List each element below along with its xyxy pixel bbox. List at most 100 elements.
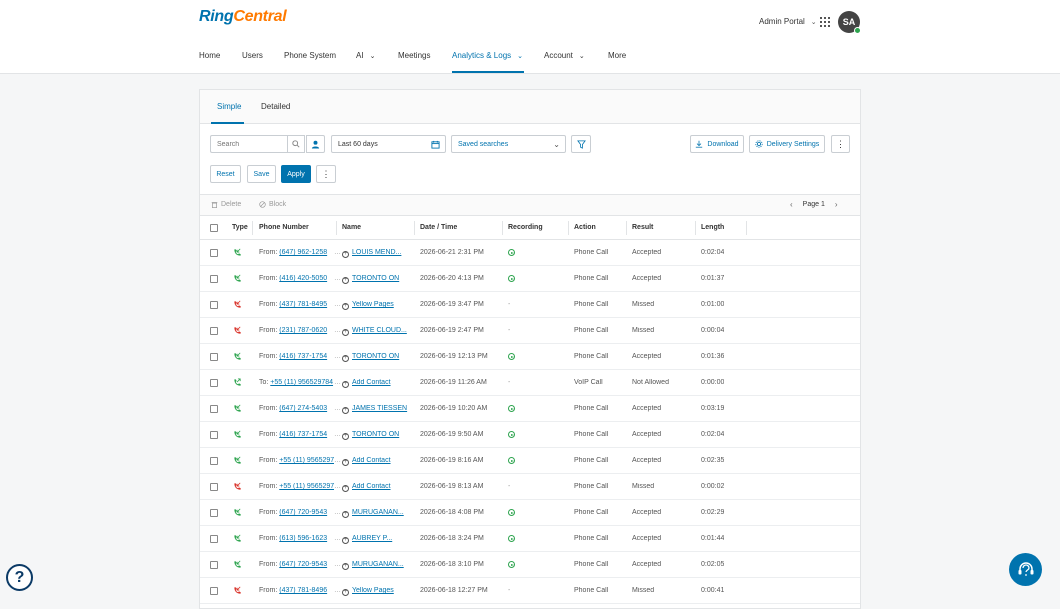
- select-all-checkbox[interactable]: [210, 224, 218, 232]
- filter-button[interactable]: [571, 135, 591, 153]
- phone-number-link[interactable]: (647) 274-5403: [279, 405, 327, 412]
- table-row[interactable]: From: (437) 781-8496… + Yellow Pages 2026-0…: [200, 578, 860, 604]
- row-checkbox[interactable]: [210, 379, 218, 387]
- date-range-picker[interactable]: Last 60 days: [331, 135, 446, 153]
- contact-name-link[interactable]: Yellow Pages: [352, 587, 394, 594]
- row-checkbox[interactable]: [210, 457, 218, 465]
- contact-plus-icon[interactable]: +: [342, 511, 349, 518]
- contact-plus-icon[interactable]: +: [342, 537, 349, 544]
- contact-name-link[interactable]: AUBREY P...: [352, 535, 392, 542]
- contact-name-link[interactable]: MURUGANAN...: [352, 509, 404, 516]
- contact-name-link[interactable]: TORONTO ON: [352, 431, 399, 438]
- table-row[interactable]: From: (437) 781-8495… + Yellow Pages 2026-0…: [200, 292, 860, 318]
- tab-detailed[interactable]: Detailed: [261, 102, 290, 111]
- row-checkbox[interactable]: [210, 509, 218, 517]
- play-recording-icon[interactable]: [508, 561, 515, 568]
- delivery-settings-button[interactable]: Delivery Settings: [749, 135, 825, 153]
- row-checkbox[interactable]: [210, 301, 218, 309]
- play-recording-icon[interactable]: [508, 535, 515, 542]
- contact-plus-icon[interactable]: +: [342, 251, 349, 258]
- contact-plus-icon[interactable]: +: [342, 303, 349, 310]
- contact-plus-icon[interactable]: +: [342, 589, 349, 596]
- table-row[interactable]: From: (416) 420-5050… + TORONTO ON 2026-06-…: [200, 266, 860, 292]
- row-checkbox[interactable]: [210, 327, 218, 335]
- add-contact-icon[interactable]: +: [342, 459, 349, 466]
- contact-plus-icon[interactable]: +: [342, 563, 349, 570]
- phone-number-link[interactable]: (437) 781-8496: [279, 587, 327, 594]
- contact-name-link[interactable]: WHITE CLOUD...: [352, 327, 407, 334]
- phone-number-link[interactable]: (416) 420-5050: [279, 275, 327, 282]
- contact-plus-icon[interactable]: +: [342, 407, 349, 414]
- contact-name-link[interactable]: JAMES TIESSEN: [352, 405, 407, 412]
- row-checkbox[interactable]: [210, 249, 218, 257]
- filter-more-button[interactable]: ⋮: [316, 165, 336, 183]
- reset-button[interactable]: Reset: [210, 165, 241, 183]
- nav-phone-system[interactable]: Phone System: [284, 51, 356, 60]
- header-name[interactable]: Name: [342, 224, 361, 231]
- nav-more[interactable]: More: [608, 51, 648, 60]
- contact-name-link[interactable]: MURUGANAN...: [352, 561, 404, 568]
- header-result[interactable]: Result: [632, 224, 653, 231]
- nav-analytics-logs[interactable]: Analytics & Logs ⌄: [452, 51, 544, 60]
- table-row[interactable]: From: (647) 720-9543… + MURUGANAN... 2026-0…: [200, 500, 860, 526]
- row-checkbox[interactable]: [210, 535, 218, 543]
- phone-number-link[interactable]: (647) 962-1258: [279, 249, 327, 256]
- contact-name-link[interactable]: LOUIS MEND...: [352, 249, 401, 256]
- play-recording-icon[interactable]: [508, 509, 515, 516]
- search-field[interactable]: [210, 135, 287, 153]
- prev-page-icon[interactable]: ‹: [790, 200, 793, 209]
- ringcentral-logo[interactable]: RingCentral: [199, 8, 287, 26]
- header-type[interactable]: Type: [232, 224, 248, 231]
- tab-simple[interactable]: Simple: [217, 102, 241, 111]
- play-recording-icon[interactable]: [508, 431, 515, 438]
- table-row[interactable]: From: (231) 787-0620… + WHITE CLOUD... 2026…: [200, 318, 860, 344]
- table-row[interactable]: From: +55 (11) 956529784…+Add Contact 202…: [200, 474, 860, 500]
- contact-name-link[interactable]: Add Contact: [352, 457, 391, 464]
- contact-plus-icon[interactable]: +: [342, 433, 349, 440]
- header-action[interactable]: Action: [574, 224, 596, 231]
- row-checkbox[interactable]: [210, 561, 218, 569]
- phone-number-link[interactable]: +55 (11) 956529784: [279, 483, 334, 490]
- admin-portal-menu[interactable]: Admin Portal ⌄: [759, 17, 817, 26]
- contact-plus-icon[interactable]: +: [342, 277, 349, 284]
- table-row[interactable]: From: (613) 596-1623… + AUBREY P... 2026-06…: [200, 526, 860, 552]
- header-phone-number[interactable]: Phone Number: [259, 224, 309, 231]
- nav-users[interactable]: Users: [242, 51, 284, 60]
- phone-number-link[interactable]: (647) 720-9543: [279, 561, 327, 568]
- nav-ai[interactable]: AI ⌄: [356, 51, 398, 60]
- phone-number-link[interactable]: +55 (11) 956529784: [279, 457, 334, 464]
- header-length[interactable]: Length: [701, 224, 724, 231]
- help-button[interactable]: ?: [6, 564, 33, 591]
- row-checkbox[interactable]: [210, 275, 218, 283]
- play-recording-icon[interactable]: [508, 457, 515, 464]
- next-page-icon[interactable]: ›: [835, 200, 838, 209]
- nav-account[interactable]: Account ⌄: [544, 51, 608, 60]
- more-options-button[interactable]: ⋮: [831, 135, 850, 153]
- app-launcher-grid-icon[interactable]: [820, 17, 830, 27]
- play-recording-icon[interactable]: [508, 249, 515, 256]
- phone-number-link[interactable]: (231) 787-0620: [279, 327, 327, 334]
- user-avatar[interactable]: SA: [838, 11, 861, 34]
- saved-searches-dropdown[interactable]: Saved searches ⌄: [451, 135, 566, 153]
- play-recording-icon[interactable]: [508, 275, 515, 282]
- row-checkbox[interactable]: [210, 483, 218, 491]
- phone-number-link[interactable]: (416) 737-1754: [279, 431, 327, 438]
- add-contact-icon[interactable]: +: [342, 485, 349, 492]
- page-number[interactable]: 1: [821, 201, 825, 208]
- header-date-time[interactable]: Date / Time: [420, 224, 457, 231]
- contact-plus-icon[interactable]: +: [342, 355, 349, 362]
- search-input[interactable]: [217, 140, 287, 148]
- row-checkbox[interactable]: [210, 353, 218, 361]
- contact-plus-icon[interactable]: +: [342, 329, 349, 336]
- table-row[interactable]: To: +55 (11) 956529784… + Add Contact 2026-…: [200, 370, 860, 396]
- block-action[interactable]: Block: [259, 201, 286, 208]
- contact-name-link[interactable]: TORONTO ON: [352, 275, 399, 282]
- contact-name-link[interactable]: Add Contact: [352, 483, 391, 490]
- row-checkbox[interactable]: [210, 405, 218, 413]
- phone-number-link[interactable]: (437) 781-8495: [279, 301, 327, 308]
- phone-number-link[interactable]: (416) 737-1754: [279, 353, 327, 360]
- delete-action[interactable]: Delete: [211, 201, 241, 208]
- row-checkbox[interactable]: [210, 587, 218, 595]
- phone-number-link[interactable]: (647) 720-9543: [279, 509, 327, 516]
- table-row[interactable]: From: (647) 962-1258… + LOUIS MEND... 2026-…: [200, 240, 860, 266]
